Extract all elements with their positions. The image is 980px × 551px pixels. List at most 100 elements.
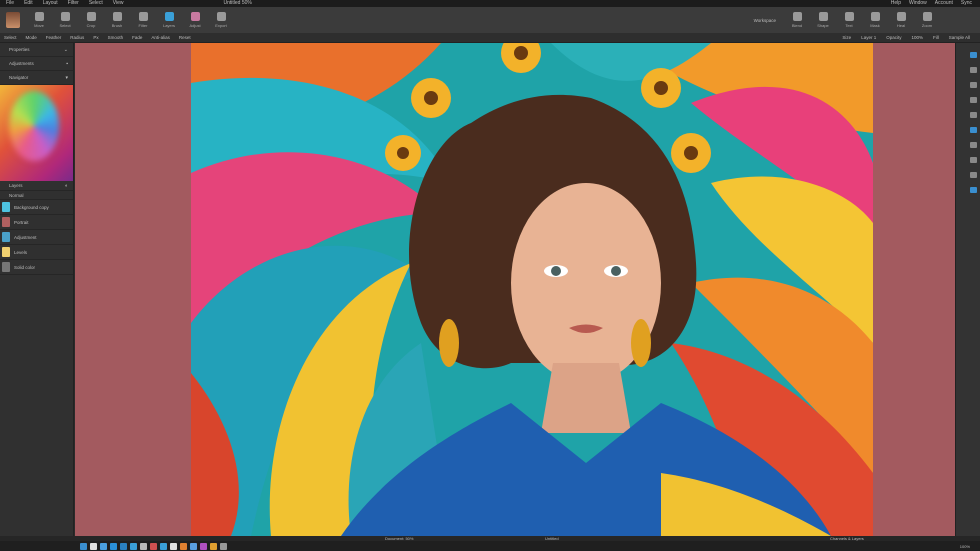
tool-icon	[896, 12, 906, 21]
menu-icon[interactable]: ◐	[65, 181, 68, 191]
tool-icon[interactable]	[970, 112, 977, 118]
menu-filter[interactable]: Filter	[68, 0, 79, 7]
tool-button-brush[interactable]: Brush	[104, 8, 130, 32]
menu-account[interactable]: Account	[935, 0, 953, 7]
panel-adjustments[interactable]: Adjustments ▪	[0, 57, 73, 71]
tool-button-layers[interactable]: Layers	[156, 8, 182, 32]
option-item[interactable]: Layer 1	[861, 33, 876, 42]
avatar[interactable]	[6, 12, 20, 28]
tool-button-shape[interactable]: Shape	[810, 8, 836, 32]
taskbar-app-icon[interactable]	[220, 542, 227, 550]
tool-label: Zoom	[921, 23, 933, 28]
taskbar-app-icon[interactable]	[90, 542, 97, 550]
chevron-down-icon[interactable]: ⌄	[64, 43, 68, 57]
chevron-down-icon[interactable]: ▾	[65, 71, 68, 85]
menu-select[interactable]: Select	[89, 0, 103, 7]
option-item[interactable]: Sample All	[949, 33, 970, 42]
color-picker[interactable]	[0, 85, 73, 181]
tool-label: Filter	[138, 23, 148, 28]
tool-icon[interactable]	[970, 142, 977, 148]
taskbar-app-icon[interactable]	[190, 542, 197, 550]
gear-icon[interactable]: ▪	[66, 57, 68, 71]
taskbar-app-icon[interactable]	[80, 542, 87, 550]
layer-row[interactable]: Adjustment	[0, 230, 73, 245]
layer-row[interactable]: Portrait	[0, 215, 73, 230]
workspace-label[interactable]: Workspace	[754, 18, 776, 23]
layers-title: Layers	[9, 183, 23, 188]
tool-icon	[818, 12, 828, 21]
menu-help[interactable]: Help	[891, 0, 901, 7]
tool-icon	[60, 12, 70, 21]
layer-row[interactable]: Solid color	[0, 260, 73, 275]
panel-properties[interactable]: Properties ⌄	[0, 43, 73, 57]
layer-thumbnail	[2, 247, 10, 257]
tool-button-mask[interactable]: Mask	[862, 8, 888, 32]
menu-file[interactable]: File	[6, 0, 14, 7]
taskbar: 100%	[0, 541, 980, 551]
tool-icon[interactable]	[970, 127, 977, 133]
zoom-level[interactable]: 100%	[960, 544, 980, 549]
option-item[interactable]: Fade	[132, 33, 142, 42]
tool-button-heal[interactable]: Heal	[888, 8, 914, 32]
tool-button-export[interactable]: Export	[208, 8, 234, 32]
taskbar-app-icon[interactable]	[120, 542, 127, 550]
portrait-image[interactable]	[191, 43, 873, 536]
tool-icon	[870, 12, 880, 21]
tool-icon[interactable]	[970, 52, 977, 58]
tool-button-select[interactable]: Select	[52, 8, 78, 32]
panel-navigator[interactable]: Navigator ▾	[0, 71, 73, 85]
tool-button-text[interactable]: Text	[836, 8, 862, 32]
blend-mode-select[interactable]: Normal	[0, 191, 73, 200]
taskbar-app-icon[interactable]	[170, 542, 177, 550]
tool-icon[interactable]	[970, 187, 977, 193]
tool-icon[interactable]	[970, 172, 977, 178]
option-item[interactable]: Anti-alias	[151, 33, 170, 42]
tool-button-move[interactable]: Move	[26, 8, 52, 32]
layer-row[interactable]: Levels	[0, 245, 73, 260]
taskbar-app-icon[interactable]	[140, 542, 147, 550]
option-item[interactable]: Smooth	[108, 33, 124, 42]
menu-edit[interactable]: Edit	[24, 0, 33, 7]
taskbar-app-icon[interactable]	[130, 542, 137, 550]
color-wheel[interactable]	[9, 91, 59, 161]
taskbar-app-icon[interactable]	[210, 542, 217, 550]
taskbar-app-icon[interactable]	[100, 542, 107, 550]
tool-label: Layers	[162, 23, 175, 28]
option-item[interactable]: Select	[4, 33, 17, 42]
layer-row[interactable]: Background copy	[0, 200, 73, 215]
layer-name: Solid color	[14, 264, 36, 270]
tool-label: Blend	[791, 23, 803, 28]
menu-view[interactable]: View	[113, 0, 124, 7]
menu-window[interactable]: Window	[909, 0, 927, 7]
tool-button-filter[interactable]: Filter	[130, 8, 156, 32]
tool-icon[interactable]	[970, 67, 977, 73]
menu-layout[interactable]: Layout	[43, 0, 58, 7]
taskbar-app-icon[interactable]	[110, 542, 117, 550]
option-item[interactable]: Radius	[70, 33, 84, 42]
option-item[interactable]: Opacity	[886, 33, 901, 42]
option-item[interactable]: Fill	[933, 33, 939, 42]
taskbar-app-icon[interactable]	[160, 542, 167, 550]
option-item[interactable]: Size	[842, 33, 851, 42]
option-item[interactable]: Feather	[46, 33, 62, 42]
canvas-area[interactable]	[75, 43, 955, 536]
option-item[interactable]: Px	[93, 33, 98, 42]
tool-button-crop[interactable]: Crop	[78, 8, 104, 32]
tool-icon[interactable]	[970, 157, 977, 163]
tool-icon	[86, 12, 96, 21]
option-item[interactable]: 100%	[911, 33, 923, 42]
tool-icon	[164, 12, 174, 21]
menu-sync[interactable]: Sync	[961, 0, 972, 7]
tool-icon[interactable]	[970, 82, 977, 88]
panel-label: Adjustments	[9, 61, 34, 66]
tool-icon[interactable]	[970, 97, 977, 103]
taskbar-app-icon[interactable]	[180, 542, 187, 550]
taskbar-app-icon[interactable]	[200, 542, 207, 550]
taskbar-app-icon[interactable]	[150, 542, 157, 550]
option-item[interactable]: Mode	[26, 33, 37, 42]
tool-button-adjust[interactable]: Adjust	[182, 8, 208, 32]
tool-button-zoom[interactable]: Zoom	[914, 8, 940, 32]
option-item[interactable]: Reset	[179, 33, 191, 42]
tool-button-blend[interactable]: Blend	[784, 8, 810, 32]
layer-thumbnail	[2, 232, 10, 242]
